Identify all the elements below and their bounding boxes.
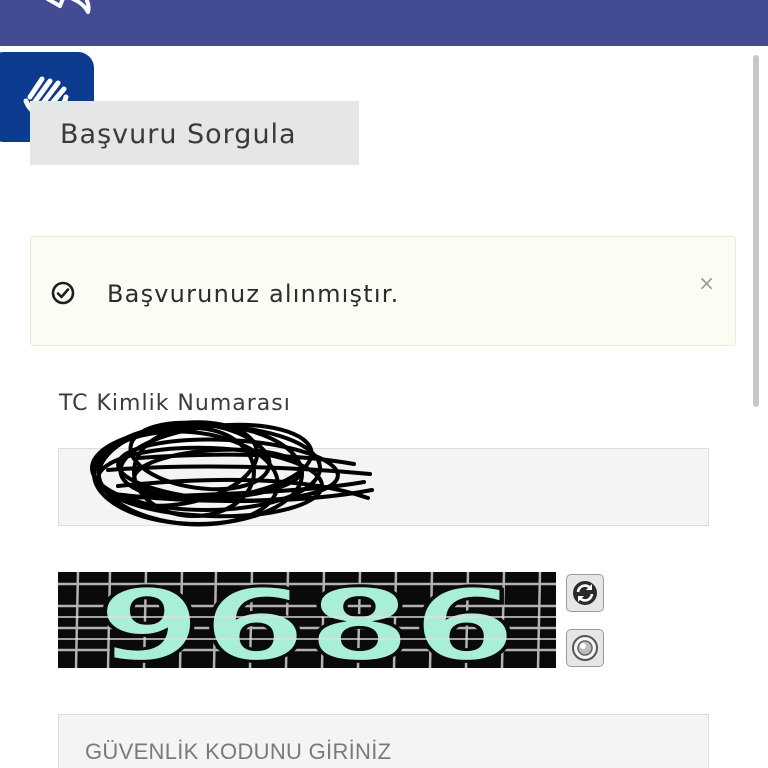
scrollbar[interactable] — [753, 55, 759, 407]
check-circle-icon — [51, 281, 75, 305]
close-icon[interactable]: × — [698, 273, 715, 293]
captcha-refresh-button[interactable] — [566, 574, 604, 612]
alert-message: Başvurunuz alınmıştır. — [107, 280, 400, 308]
redaction-scribble — [90, 420, 374, 527]
captcha-code: 9686 — [97, 572, 517, 668]
security-code-input[interactable]: GÜVENLİK KODUNU GİRİNİZ — [58, 714, 709, 768]
security-code-placeholder: GÜVENLİK KODUNU GİRİNİZ — [85, 739, 392, 764]
page-title-tab: Başvuru Sorgula — [30, 101, 359, 165]
refresh-icon — [573, 581, 597, 605]
captcha-audio-button[interactable] — [566, 629, 604, 667]
page-title: Başvuru Sorgula — [60, 119, 297, 150]
success-alert: Başvurunuz alınmıştır. × — [30, 236, 736, 346]
back-arrow-icon[interactable] — [30, 0, 100, 34]
speaker-icon — [572, 635, 598, 661]
top-bar — [0, 0, 768, 46]
captcha-graphic: 9686 — [58, 572, 556, 668]
page: Başvuru Sorgula Başvurunuz alınmıştır. ×… — [0, 0, 768, 768]
captcha-image: 9686 — [58, 572, 556, 668]
